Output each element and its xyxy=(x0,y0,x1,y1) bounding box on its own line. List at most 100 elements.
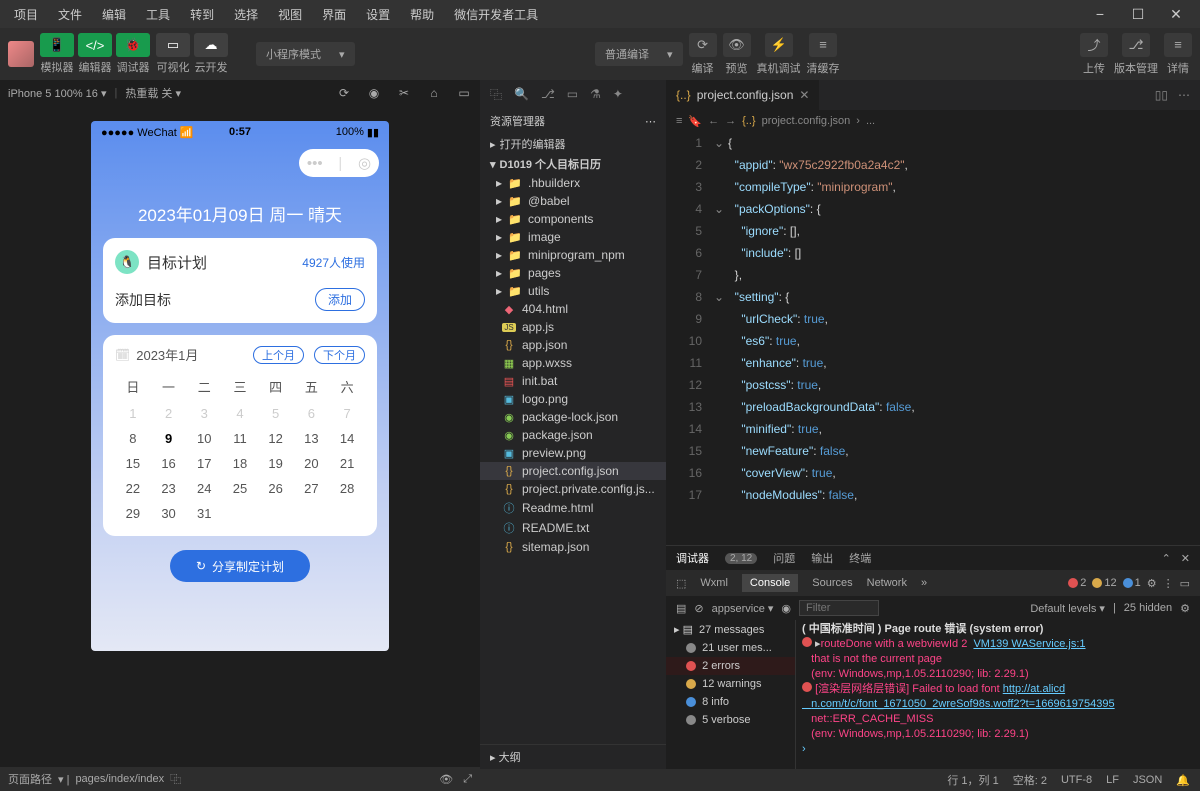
home-icon[interactable]: ⌂ xyxy=(426,85,442,101)
flask-icon[interactable]: ⚗ xyxy=(590,87,601,101)
device-select[interactable]: iPhone 5 100% 16 ▾ xyxy=(8,87,107,100)
dock-icon[interactable]: ▭ xyxy=(1180,577,1190,590)
file-item[interactable]: ▦app.wxss xyxy=(480,354,666,372)
files-icon[interactable]: ⿻ xyxy=(490,86,502,103)
levels-select[interactable]: Default levels ▾ xyxy=(1030,602,1105,615)
next-month-button[interactable]: 下个月 xyxy=(314,346,365,364)
share-button[interactable]: ↻ 分享制定计划 xyxy=(170,550,310,582)
compile-button[interactable]: ⟳ xyxy=(689,33,717,57)
reload-icon[interactable]: ⟳ xyxy=(336,85,352,101)
gear-icon[interactable]: ⚙ xyxy=(1180,602,1190,615)
mode-select[interactable]: 小程序模式▾ xyxy=(256,42,355,66)
code-editor[interactable]: 1234567891011121314151617 ⌄ ⌄ ⌄ { "appid… xyxy=(666,132,1200,545)
bookmark-icon[interactable]: 🔖 xyxy=(688,115,702,128)
menu-settings[interactable]: 设置 xyxy=(358,3,398,26)
box-icon[interactable]: ▭ xyxy=(567,87,578,101)
maximize-button[interactable]: ☐ xyxy=(1120,6,1156,23)
forward-icon[interactable]: → xyxy=(725,115,736,127)
remote-debug-button[interactable]: ⚡ xyxy=(765,33,793,57)
problems-tab[interactable]: 问题 xyxy=(773,550,795,566)
details-button[interactable]: ≡ xyxy=(1164,33,1192,57)
folder-item[interactable]: ▸ 📁miniprogram_npm xyxy=(480,246,666,264)
output-tab[interactable]: 输出 xyxy=(811,550,833,566)
menu-select[interactable]: 选择 xyxy=(226,3,266,26)
file-item[interactable]: {}project.private.config.js... xyxy=(480,480,666,498)
file-item[interactable]: ▣logo.png xyxy=(480,390,666,408)
folder-item[interactable]: ▸ 📁image xyxy=(480,228,666,246)
stack-icon[interactable]: ▭ xyxy=(456,85,472,101)
menu-help[interactable]: 帮助 xyxy=(402,3,442,26)
file-item[interactable]: ▣preview.png xyxy=(480,444,666,462)
project-section[interactable]: ▾ D1019 个人目标日历 xyxy=(480,154,666,174)
target-icon[interactable]: ◎ xyxy=(358,154,371,172)
calendar-grid[interactable]: 日一二三四五六 1234567 891011121314 15161718192… xyxy=(115,372,365,526)
menu-file[interactable]: 文件 xyxy=(50,3,90,26)
chevron-up-icon[interactable]: ⌃ xyxy=(1162,552,1171,565)
sources-tab[interactable]: Sources xyxy=(812,577,852,589)
file-item[interactable]: ⓘReadme.html xyxy=(480,498,666,518)
eol[interactable]: LF xyxy=(1106,774,1119,786)
menu-goto[interactable]: 转到 xyxy=(182,3,222,26)
eye-icon[interactable]: 👁 xyxy=(439,773,453,786)
clear-console-icon[interactable]: ⊘ xyxy=(694,602,703,615)
simulator-toggle[interactable]: 📱 xyxy=(40,33,74,57)
version-button[interactable]: ⎇ xyxy=(1122,33,1150,57)
file-item[interactable]: ◉package-lock.json xyxy=(480,408,666,426)
debugger-toggle[interactable]: 🐞 xyxy=(116,33,150,57)
verbose-row[interactable]: 5 verbose xyxy=(666,711,795,729)
prev-month-button[interactable]: 上个月 xyxy=(253,346,304,364)
messages-row[interactable]: ▸ ▤ 27 messages xyxy=(666,620,795,639)
more-icon[interactable]: ⋯ xyxy=(645,115,656,128)
add-goal-button[interactable]: 添加 xyxy=(315,288,365,311)
menu-edit[interactable]: 编辑 xyxy=(94,3,134,26)
eye-icon[interactable]: ◉ xyxy=(781,602,791,615)
user-messages-row[interactable]: 21 user mes... xyxy=(666,639,795,657)
close-button[interactable]: ✕ xyxy=(1158,6,1194,23)
more-icon[interactable]: ⋯ xyxy=(1178,88,1190,102)
file-item[interactable]: {}sitemap.json xyxy=(480,538,666,556)
inspect-icon[interactable]: ⬚ xyxy=(676,577,686,590)
file-item[interactable]: ⓘREADME.txt xyxy=(480,518,666,538)
code-body[interactable]: { "appid": "wx75c2922fb0a2a4c2", "compil… xyxy=(728,132,1200,545)
menu-ui[interactable]: 界面 xyxy=(314,3,354,26)
console-output[interactable]: ( 中国标准时间 ) Page route 错误 (system error) … xyxy=(796,620,1200,791)
hotreload-toggle[interactable]: 热重载 关 ▾ xyxy=(125,85,181,101)
bell-icon[interactable]: 🔔 xyxy=(1176,774,1190,787)
overflow-icon[interactable]: » xyxy=(921,577,927,589)
hidden-count[interactable]: 25 hidden xyxy=(1124,602,1172,614)
editor-toggle[interactable]: </> xyxy=(78,33,112,57)
gear-icon[interactable]: ⚙ xyxy=(1147,577,1157,590)
folder-item[interactable]: ▸ 📁.hbuilderx xyxy=(480,174,666,192)
expand-icon[interactable]: ⤢ xyxy=(463,773,472,786)
folder-item[interactable]: ▸ 📁pages xyxy=(480,264,666,282)
wand-icon[interactable]: ✦ xyxy=(613,87,623,101)
open-editors-section[interactable]: ▸ 打开的编辑器 xyxy=(480,134,666,154)
more-icon[interactable]: ••• xyxy=(307,155,323,172)
errors-row[interactable]: 2 errors xyxy=(666,657,795,675)
phone-simulator[interactable]: ●●●●● WeChat 📶 0:57 100% ▮▮ ••• | ◎ 2023… xyxy=(91,121,389,651)
language-mode[interactable]: JSON xyxy=(1133,774,1162,786)
warnings-row[interactable]: 12 warnings xyxy=(666,675,795,693)
file-item[interactable]: JSapp.js xyxy=(480,318,666,336)
editor-tab[interactable]: {..} project.config.json ✕ xyxy=(666,80,819,110)
back-icon[interactable]: ← xyxy=(708,115,719,127)
minimize-button[interactable]: − xyxy=(1082,6,1118,23)
close-icon[interactable]: ✕ xyxy=(1181,552,1190,565)
menu-tool[interactable]: 工具 xyxy=(138,3,178,26)
file-item[interactable]: ◉package.json xyxy=(480,426,666,444)
file-item[interactable]: ◆404.html xyxy=(480,300,666,318)
search-icon[interactable]: 🔍 xyxy=(514,87,529,101)
list-icon[interactable]: ≡ xyxy=(676,115,682,127)
menu-devtools[interactable]: 微信开发者工具 xyxy=(446,3,546,26)
fold-gutter[interactable]: ⌄ ⌄ ⌄ xyxy=(714,132,728,545)
context-select[interactable]: appservice ▾ xyxy=(712,602,774,615)
compile-select[interactable]: 普通编译▾ xyxy=(595,42,683,66)
capsule-button[interactable]: ••• | ◎ xyxy=(299,149,379,177)
sidebar-toggle-icon[interactable]: ▤ xyxy=(676,602,686,615)
file-item[interactable]: ▤init.bat xyxy=(480,372,666,390)
split-icon[interactable]: ▯▯ xyxy=(1155,88,1168,102)
avatar[interactable] xyxy=(8,41,34,67)
indent-setting[interactable]: 空格: 2 xyxy=(1013,772,1047,788)
debugger-tab[interactable]: 调试器 xyxy=(676,550,709,566)
filter-input[interactable] xyxy=(799,600,879,616)
